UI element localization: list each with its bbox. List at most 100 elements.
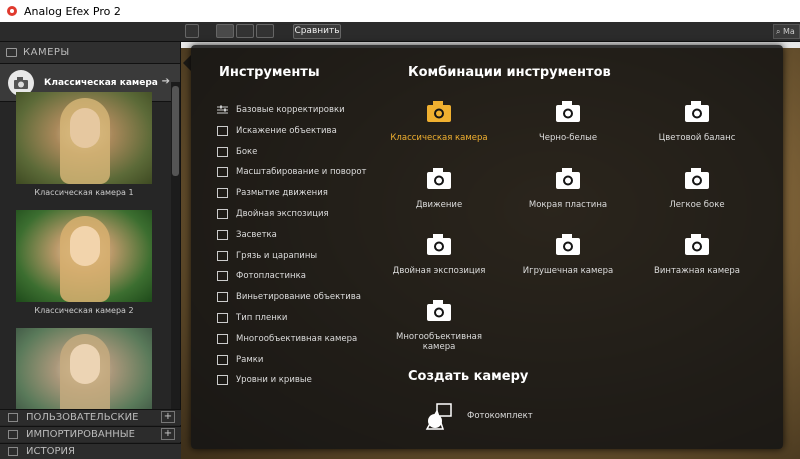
tool-item-label: Тип пленки (236, 313, 288, 323)
tool-item[interactable]: Искажение объектива (217, 124, 337, 138)
color-balance-camera-icon (680, 95, 714, 127)
combo-item[interactable]: Классическая камера (384, 95, 494, 143)
tool-item-label: Многообъективная камера (236, 333, 358, 344)
tool-item[interactable]: Фотопластинка (217, 269, 306, 283)
cameras-header[interactable]: КАМЕРЫ (0, 42, 180, 64)
view-split-button[interactable] (236, 24, 254, 38)
compare-button[interactable]: Сравнить (293, 24, 341, 39)
add-imported-button[interactable]: + (161, 428, 175, 440)
sidebar-scrollbar[interactable] (171, 82, 180, 410)
tool-item-label: Грязь и царапины (236, 250, 318, 261)
app-title: Analog Efex Pro 2 (24, 4, 121, 18)
tool-item[interactable]: Тип пленки (217, 311, 287, 325)
sliders-icon (217, 105, 228, 115)
view-single-button[interactable] (216, 24, 234, 38)
search-input[interactable]: ⌕ Ma (773, 24, 800, 39)
tool-item[interactable]: Базовые корректировки (217, 103, 345, 117)
tool-item[interactable]: Многообъективная камера (217, 332, 357, 346)
combo-item-label: Легкое боке (669, 200, 725, 210)
bw-camera-icon (551, 95, 585, 127)
view-side-by-side-button[interactable] (256, 24, 274, 38)
tool-item-label: Боке (236, 146, 258, 157)
combo-item-label: Классическая камера (390, 133, 488, 143)
tool-item-label: Масштабирование и поворот (236, 167, 367, 178)
camera-kit-icon (425, 403, 452, 430)
scrollbar-thumb[interactable] (172, 86, 179, 176)
multi-lens-icon (217, 333, 228, 344)
classic-camera-icon (422, 95, 456, 127)
tool-item[interactable]: Виньетирование объектива (217, 290, 361, 304)
section-custom[interactable]: ПОЛЬЗОВАТЕЛЬСКИЕ + (0, 409, 181, 425)
combo-item-label: Игрушечная камера (522, 266, 614, 276)
combo-item[interactable]: Цветовой баланс (642, 95, 752, 143)
combo-item-label: Мокрая пластина (528, 200, 608, 210)
tool-item[interactable]: Засветка (217, 228, 277, 242)
toggle-panel-button[interactable] (185, 24, 199, 38)
tlr-camera-icon (422, 228, 456, 260)
tools-title: Инструменты (219, 65, 320, 80)
combo-item-label: Цветовой баланс (658, 133, 736, 143)
preset-thumbnail[interactable]: Классическая камера 2 (16, 210, 152, 318)
subtle-bokeh-camera-icon (680, 162, 714, 194)
multi-lens-camera-icon (422, 294, 456, 326)
toy-camera-icon (551, 228, 585, 260)
tool-item-label: Искажение объектива (236, 125, 337, 136)
preset-thumbnail[interactable]: Классическая камера 1 (16, 92, 152, 200)
frames-icon (217, 354, 228, 365)
vignette-icon (217, 292, 228, 303)
add-custom-button[interactable]: + (161, 411, 175, 423)
tool-item[interactable]: Грязь и царапины (217, 249, 317, 263)
movie-camera-icon (422, 162, 456, 194)
preset-preview-image (16, 92, 152, 184)
tool-item[interactable]: Двойная экспозиция (217, 207, 329, 221)
create-camera-title: Создать камеру (408, 369, 529, 384)
film-type-icon (217, 313, 228, 323)
photo-plate-icon (217, 271, 228, 282)
search-text: Ma (783, 27, 795, 36)
tool-item-label: Базовые корректировки (236, 105, 345, 115)
tool-item[interactable]: Боке (217, 145, 257, 159)
tool-item-label: Размытие движения (236, 188, 328, 199)
combo-item-label: Винтажная камера (654, 266, 740, 276)
combo-item-label: Черно-белые (538, 133, 598, 143)
wet-plate-camera-icon (551, 162, 585, 194)
lens-distortion-icon (217, 125, 228, 136)
levels-curves-icon (217, 375, 228, 386)
section-imported-label: ИМПОРТИРОВАННЫЕ (26, 429, 135, 440)
tools-popup: Инструменты Комбинации инструментов Созд… (191, 45, 783, 449)
combo-item[interactable]: Игрушечная камера (513, 228, 623, 276)
section-history[interactable]: ИСТОРИЯ (0, 443, 181, 459)
camera-icon (6, 48, 17, 57)
tool-item-label: Двойная экспозиция (236, 209, 329, 219)
combo-item[interactable]: Легкое боке (642, 162, 752, 210)
import-icon (8, 430, 18, 439)
tool-item-label: Уровни и кривые (236, 375, 312, 386)
history-icon (8, 447, 18, 456)
camera-kit-item[interactable]: Фотокомплект (423, 401, 543, 431)
light-leak-icon (217, 229, 228, 240)
app-icon (7, 6, 17, 16)
combo-item[interactable]: Черно-белые (513, 95, 623, 143)
tool-item-label: Рамки (236, 354, 264, 365)
combo-item[interactable]: Многообъективная камера (384, 294, 494, 352)
vintage-camera-icon (680, 228, 714, 260)
preset-thumbnail-caption: Классическая камера 2 (34, 306, 134, 315)
tool-item[interactable]: Размытие движения (217, 186, 328, 200)
tool-item[interactable]: Уровни и кривые (217, 373, 312, 387)
toolbar (0, 22, 800, 42)
bokeh-icon (217, 146, 228, 157)
motion-blur-icon (217, 188, 228, 199)
combo-item-label: Двойная экспозиция (392, 266, 486, 276)
tool-item[interactable]: Рамки (217, 353, 263, 367)
double-exposure-icon (217, 209, 228, 219)
section-custom-label: ПОЛЬЗОВАТЕЛЬСКИЕ (26, 412, 139, 423)
section-imported[interactable]: ИМПОРТИРОВАННЫЕ + (0, 426, 181, 442)
tool-item-label: Фотопластинка (236, 271, 306, 282)
tool-item[interactable]: Масштабирование и поворот (217, 165, 367, 179)
title-bar: Analog Efex Pro 2 (0, 0, 800, 22)
combo-item[interactable]: Движение (384, 162, 494, 210)
combo-item[interactable]: Винтажная камера (642, 228, 752, 276)
combo-item[interactable]: Двойная экспозиция (384, 228, 494, 276)
preset-thumbnail[interactable] (16, 328, 152, 410)
combo-item[interactable]: Мокрая пластина (513, 162, 623, 210)
